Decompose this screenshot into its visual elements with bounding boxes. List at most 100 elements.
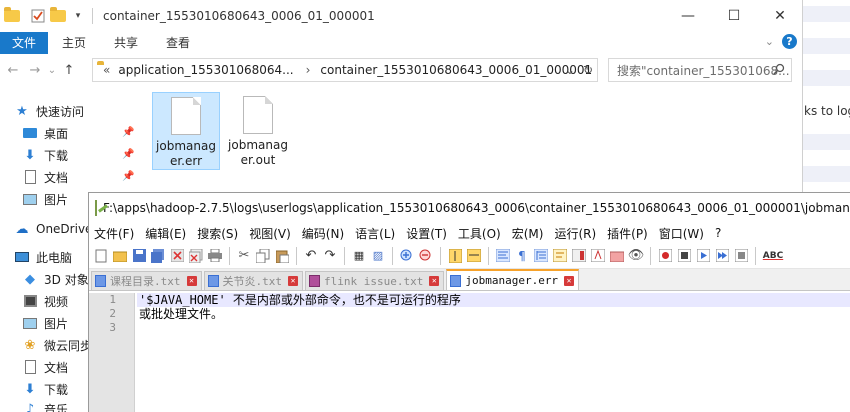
menu-run[interactable]: 运行(R) [554,225,596,242]
tab-view[interactable]: 查看 [152,32,204,54]
tab-arthritis[interactable]: 关节炎.txt ✕ [203,271,303,290]
folder-as-workspace-icon[interactable] [609,248,625,264]
nav-label: 下载 [44,148,69,163]
replace-icon[interactable]: ▨ [370,248,386,264]
menu-view[interactable]: 视图(V) [249,225,291,242]
close-button[interactable]: ✕ [757,0,803,32]
copy-icon[interactable] [255,248,271,264]
nav-item-documents-pc[interactable]: 文档 [22,356,68,378]
redo-icon[interactable]: ↷ [322,248,338,264]
file-item-jobmanager-err[interactable]: jobmanag er.err [152,92,220,170]
monitoring-icon[interactable]: 👁 [628,248,645,264]
spell-check-icon[interactable]: ABC [762,248,784,264]
file-name-line1: jobmanag [228,138,288,152]
macro-save-icon[interactable] [733,248,749,264]
macro-run-multiple-icon[interactable] [714,248,730,264]
cut-icon[interactable]: ✂ [236,248,252,264]
nav-item-pictures-pc[interactable]: 图片 [22,312,68,334]
tab-share[interactable]: 共享 [100,32,152,54]
user-language-icon[interactable] [552,248,568,264]
close-icon[interactable]: ✕ [186,276,197,286]
menu-edit[interactable]: 编辑(E) [145,225,186,242]
code-line[interactable]: 或批处理文件。 [137,307,850,321]
nav-item-music[interactable]: ♪ 音乐 [22,398,68,412]
menu-encoding[interactable]: 编码(N) [302,225,344,242]
expand-ribbon-icon[interactable]: ⌄ [765,35,774,48]
folder-icon [4,7,20,24]
new-file-icon[interactable] [93,248,109,264]
menu-plugins[interactable]: 插件(P) [607,225,648,242]
doc-map-icon[interactable] [571,248,587,264]
nav-item-downloads-pc[interactable]: ⬇ 下载 [22,378,68,400]
zoom-in-icon[interactable] [399,248,415,264]
minimize-button[interactable]: — [665,0,711,32]
help-icon[interactable]: ? [782,34,797,49]
close-icon[interactable]: ✕ [564,275,575,286]
maximize-button[interactable]: ☐ [711,0,757,32]
nav-item-downloads[interactable]: ⬇ 下载 [22,144,68,166]
sync-vertical-icon[interactable] [447,248,463,264]
back-button[interactable]: ← [2,63,24,78]
close-all-icon[interactable] [188,248,204,264]
save-all-icon[interactable] [150,248,166,264]
indent-guide-icon[interactable] [533,248,549,264]
recent-locations-button[interactable]: ⌄ [46,65,58,76]
close-file-icon[interactable] [169,248,185,264]
nav-item-quick-access[interactable]: ★ 快速访问 [14,100,84,122]
new-folder-icon[interactable] [50,7,66,24]
undo-icon[interactable]: ↶ [303,248,319,264]
function-list-icon[interactable] [590,248,606,264]
macro-stop-icon[interactable] [676,248,692,264]
tab-jobmanager-err[interactable]: jobmanager.err ✕ [446,269,580,290]
menu-tools[interactable]: 工具(O) [458,225,501,242]
menu-macro[interactable]: 宏(M) [512,225,544,242]
find-icon[interactable]: ▦ [351,248,367,264]
menu-window[interactable]: 窗口(W) [659,225,704,242]
breadcrumb-application[interactable]: application_155301068064... [118,63,293,77]
close-icon[interactable]: ✕ [288,276,298,286]
nav-item-videos[interactable]: 视频 [22,290,68,312]
menu-settings[interactable]: 设置(T) [406,225,447,242]
print-icon[interactable] [207,248,223,264]
nav-item-weiyun-sync[interactable]: ❀ 微云同步 [22,334,92,356]
address-overflow[interactable]: « [103,63,110,77]
breadcrumb-chevron[interactable]: › [306,63,311,77]
word-wrap-icon[interactable] [495,248,511,264]
nav-item-documents[interactable]: 文档 [22,166,68,188]
save-icon[interactable] [131,248,147,264]
customize-quick-access-icon[interactable]: ▾ [70,8,86,24]
tab-file[interactable]: 文件 [0,32,49,54]
breadcrumb-container[interactable]: container_1553010680643_0006_01_000001 [320,63,592,77]
forward-button[interactable]: → [24,63,46,78]
menu-help[interactable]: ? [715,226,721,240]
tab-course-catalog[interactable]: 课程目录.txt ✕ [91,271,202,290]
nav-item-onedrive[interactable]: ☁ OneDrive [14,218,93,240]
up-button[interactable]: ↑ [58,63,80,78]
tab-flink-issue[interactable]: flink issue.txt ✕ [305,271,445,290]
show-all-characters-icon[interactable]: ¶ [514,248,530,264]
open-file-icon[interactable] [112,248,128,264]
properties-icon[interactable] [30,8,46,24]
menu-search[interactable]: 搜索(S) [197,225,238,242]
menu-language[interactable]: 语言(L) [355,225,395,242]
nav-item-desktop[interactable]: 桌面 [22,122,68,144]
sync-horizontal-icon[interactable] [466,248,482,264]
code-line[interactable] [137,321,850,335]
nav-item-this-pc[interactable]: 此电脑 [14,246,72,268]
macro-record-icon[interactable] [657,248,673,264]
zoom-out-icon[interactable] [418,248,434,264]
close-icon[interactable]: ✕ [429,276,440,286]
paste-icon[interactable] [274,248,290,264]
macro-play-icon[interactable] [695,248,711,264]
tab-home[interactable]: 主页 [48,32,100,54]
nav-item-pictures[interactable]: 图片 [22,188,68,210]
menu-file[interactable]: 文件(F) [94,225,134,242]
code-line[interactable]: '$JAVA_HOME' 不是内部或外部命令，也不是可运行的程序 [137,293,850,307]
address-dropdown-button[interactable]: ⌄ [565,63,575,77]
search-input[interactable]: 搜索"container_155301068... [608,58,792,82]
nav-item-3d-objects[interactable]: ◆ 3D 对象 [22,268,89,290]
address-field[interactable]: « application_155301068064... › containe… [92,58,598,82]
file-item-jobmanager-out[interactable]: jobmanag er.out [224,92,292,170]
refresh-button[interactable]: ↻ [583,63,593,77]
editor-area[interactable]: 1 2 3 '$JAVA_HOME' 不是内部或外部命令，也不是可运行的程序 或… [89,293,850,412]
